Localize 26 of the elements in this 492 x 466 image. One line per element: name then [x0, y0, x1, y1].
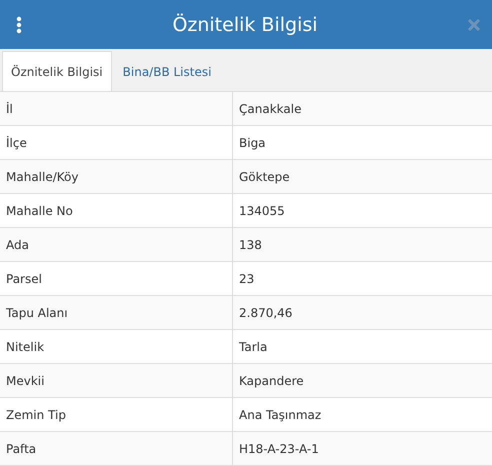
tab[interactable]: Öznitelik Bilgisi	[2, 51, 112, 91]
table-cell: Mahalle No	[0, 194, 233, 227]
table-cell: Tapu Alanı	[0, 296, 233, 329]
table-cell: İl	[0, 92, 233, 125]
table-cell-text: Ana Taşınmaz	[238, 406, 322, 424]
table-cell-text: Çanakkale	[238, 100, 302, 118]
table-cell-text: 2.870,46	[238, 304, 294, 322]
table-cell: İlçe	[0, 126, 233, 159]
menu-icon[interactable]	[16, 16, 22, 34]
table-cell: Pafta	[0, 432, 233, 465]
table-cell-text: 138	[238, 236, 263, 254]
table-cell-text: 23	[238, 270, 256, 288]
table-cell: Zemin Tip	[0, 398, 233, 431]
table-cell: Mahalle/Köy	[0, 160, 233, 193]
table-cell: Parsel	[0, 262, 233, 295]
table-cell: Ada	[0, 228, 233, 261]
tab[interactable]: Bina/BB Listesi	[114, 51, 220, 91]
table-cell-text: Kapandere	[238, 372, 305, 390]
table-cell: Mevkii	[0, 364, 233, 397]
window-title: Öznitelik Bilgisi	[172, 14, 318, 36]
table-cell-text: Biga	[238, 134, 267, 152]
table-cell-text: H18-A-23-A-1	[238, 440, 320, 458]
table-cell: Nitelik	[0, 330, 233, 363]
table-cell-text: 134055	[238, 202, 286, 220]
table-cell-text: Tarla	[238, 338, 268, 356]
table-cell-text: Göktepe	[238, 168, 291, 186]
